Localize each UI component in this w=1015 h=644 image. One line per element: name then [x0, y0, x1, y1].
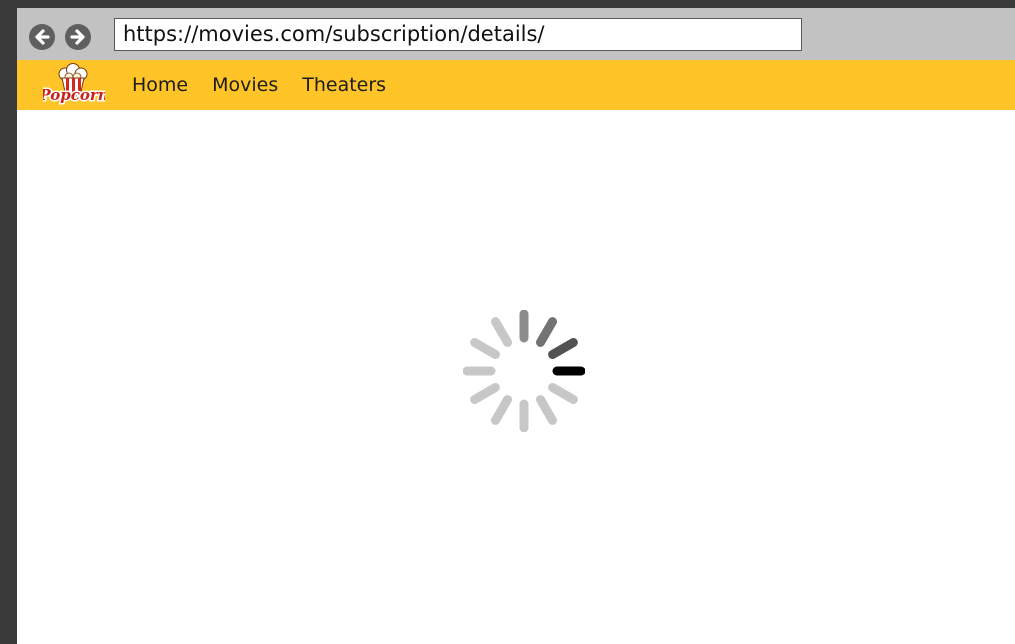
arrow-right-icon: [70, 29, 85, 45]
nav-movies-link[interactable]: Movies: [212, 74, 278, 96]
logo-text: Popcorn: [43, 86, 105, 104]
forward-button[interactable]: [65, 24, 91, 50]
spinner-spoke: [536, 317, 557, 347]
nav-home-link[interactable]: Home: [132, 74, 188, 96]
spinner-spoke: [536, 395, 557, 425]
arrow-left-icon: [35, 29, 50, 45]
browser-toolbar: https://movies.com/subscription/details/: [17, 8, 1015, 60]
nav-theaters-link[interactable]: Theaters: [302, 74, 386, 96]
main-nav: Home Movies Theaters: [132, 60, 386, 110]
spinner-spoke: [491, 317, 512, 347]
spinner-spoke: [470, 338, 500, 359]
address-bar[interactable]: https://movies.com/subscription/details/: [114, 18, 802, 51]
spinner-spoke: [548, 383, 578, 404]
browser-window: https://movies.com/subscription/details/…: [17, 8, 1015, 644]
spinner-spoke: [470, 383, 500, 404]
url-text: https://movies.com/subscription/details/: [123, 22, 545, 46]
spinner-spoke: [491, 395, 512, 425]
loading-spinner-icon: [463, 310, 585, 432]
popcorn-logo[interactable]: Popcorn: [43, 63, 105, 109]
spinner-spoke: [548, 338, 578, 359]
site-navbar: Popcorn Home Movies Theaters: [17, 60, 1015, 110]
back-button[interactable]: [29, 24, 55, 50]
page-content: [17, 110, 1015, 644]
